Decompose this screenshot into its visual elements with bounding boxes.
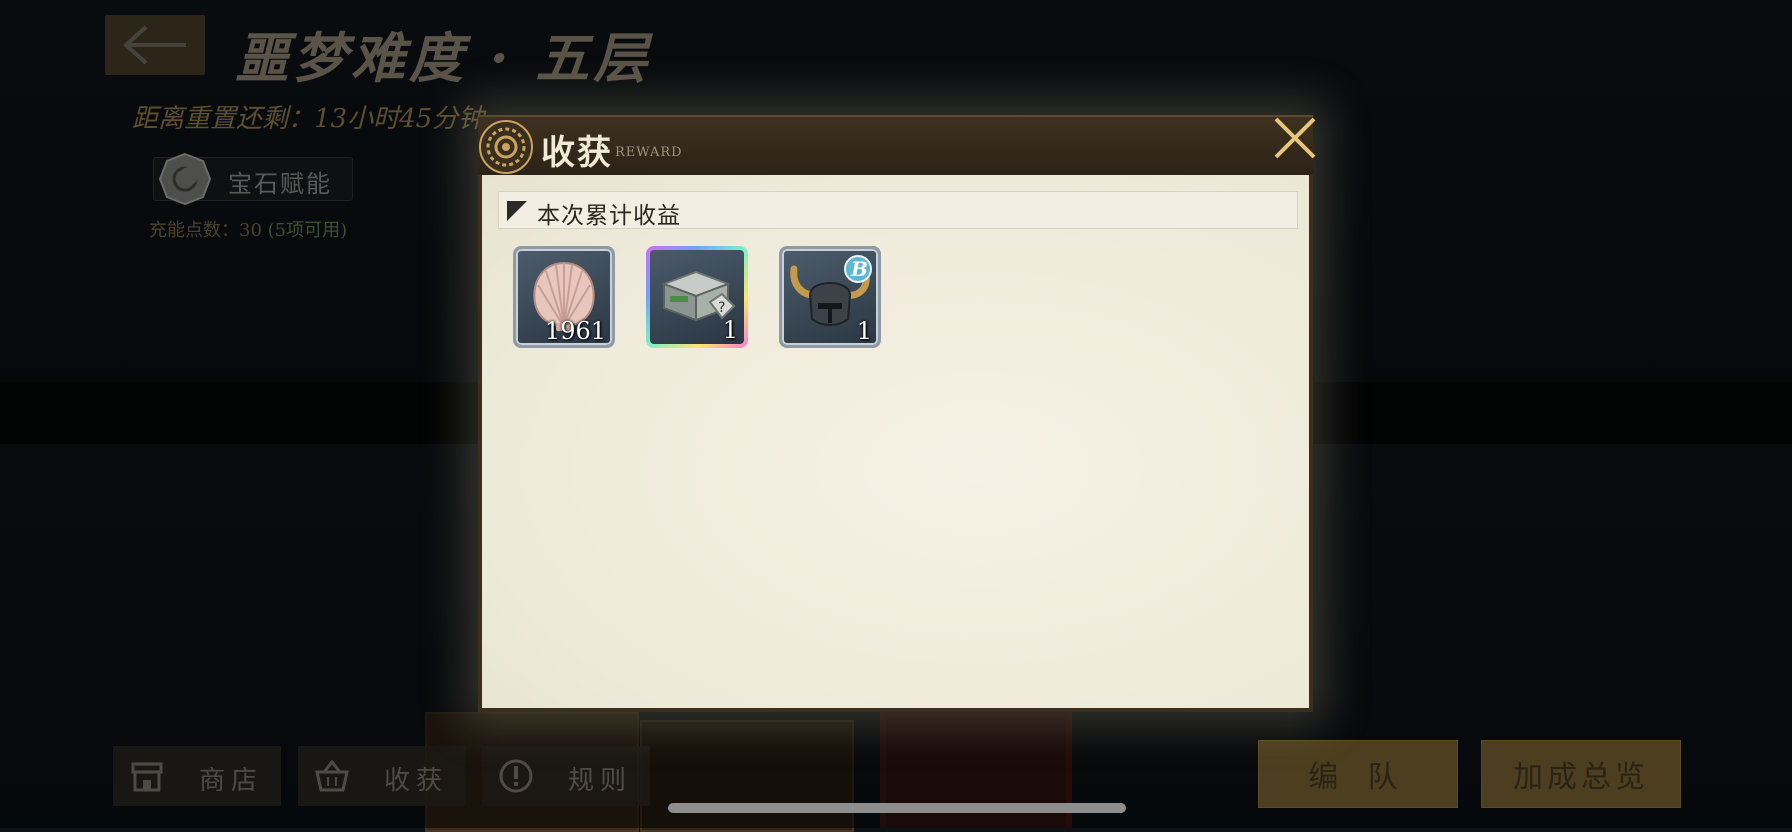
arrow-left-icon <box>123 25 186 65</box>
rules-label: 规则 <box>567 766 632 796</box>
back-button[interactable] <box>105 15 205 75</box>
item-count: 1 <box>856 317 872 345</box>
modal-header: 收获 REWARD <box>478 115 1316 177</box>
rules-button[interactable]: 规则 <box>482 746 650 806</box>
shop-label: 商店 <box>198 766 263 796</box>
reward-item[interactable]: ? 1 <box>646 246 748 348</box>
section-title: 本次累计收益 <box>537 203 681 229</box>
section-header: 本次累计收益 <box>498 191 1298 229</box>
charge-available-count: (5项可用) <box>267 220 348 241</box>
reward-items-list: 1961 ? 1 B 1 <box>513 246 881 348</box>
shop-button[interactable]: 商店 <box>113 746 281 806</box>
reset-timer: 距离重置还剩：13小时45分钟 <box>132 104 485 134</box>
close-icon[interactable] <box>1268 111 1322 165</box>
modal-title: 收获 <box>541 133 613 173</box>
basket-icon <box>315 759 349 792</box>
modal-body: 本次累计收益 1961 ? 1 B 1 <box>478 175 1313 712</box>
charge-points-label: 充能点数：30 <box>149 220 262 241</box>
harvest-label: 收获 <box>383 766 448 796</box>
home-indicator-bar[interactable] <box>668 803 1126 813</box>
reward-item[interactable]: B 1 <box>779 246 881 348</box>
svg-text:?: ? <box>718 300 725 316</box>
item-count: 1961 <box>544 317 606 345</box>
harvest-button[interactable]: 收获 <box>298 746 466 806</box>
modal-subtitle: REWARD <box>615 145 683 160</box>
section-marker-icon <box>507 201 527 221</box>
grade-badge: B <box>850 257 868 281</box>
gear-emblem-icon <box>479 120 533 174</box>
bonus-overview-button[interactable]: 加成总览 <box>1481 740 1681 808</box>
reward-modal: 收获 REWARD 本次累计收益 1961 ? 1 B 1 <box>478 115 1316 712</box>
reward-item[interactable]: 1961 <box>513 246 615 348</box>
gem-icon <box>158 152 212 206</box>
page-title: 噩梦难度 · 五层 <box>235 26 652 90</box>
charge-points-text: 充能点数：30 (5项可用) <box>149 216 347 242</box>
exclamation-circle-icon <box>499 759 533 793</box>
gem-empower-label: 宝石赋能 <box>228 170 332 198</box>
team-button[interactable]: 编 队 <box>1258 740 1458 808</box>
gem-empower-button[interactable]: 宝石赋能 <box>153 152 353 206</box>
item-count: 1 <box>722 316 738 344</box>
shop-icon <box>131 762 163 792</box>
